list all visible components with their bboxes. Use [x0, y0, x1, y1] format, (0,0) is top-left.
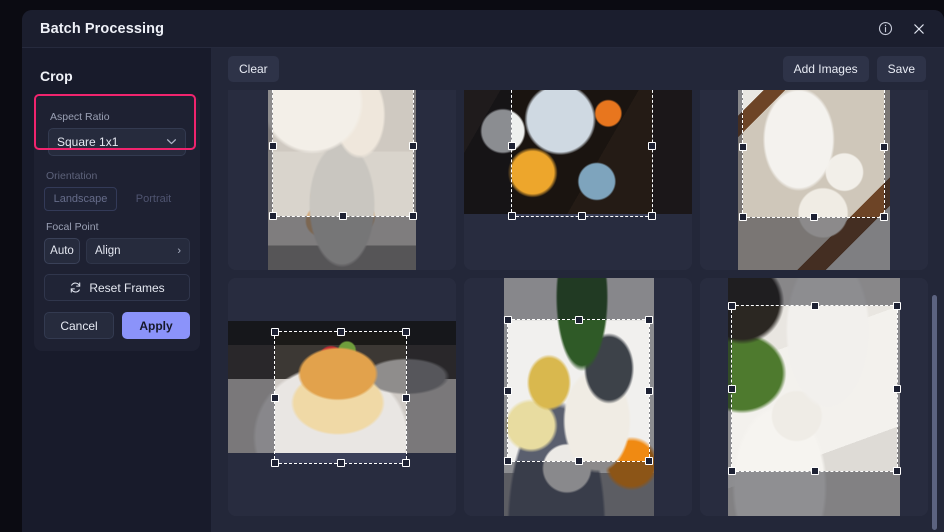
close-icon[interactable] [908, 18, 930, 40]
orientation-option-landscape[interactable]: Landscape [44, 187, 117, 211]
crop-handle-bottom-left[interactable] [269, 212, 277, 220]
orientation-option-portrait[interactable]: Portrait [117, 187, 190, 211]
crop-handle-top-right[interactable] [645, 316, 653, 324]
crop-handle-bottom-left[interactable] [504, 457, 512, 465]
focal-point-label: Focal Point [46, 221, 99, 233]
crop-handle-bottom-center[interactable] [809, 213, 818, 221]
crop-handle-top-center[interactable] [336, 328, 345, 336]
crop-handle-middle-left[interactable] [739, 142, 747, 151]
crop-frame[interactable] [504, 316, 653, 465]
crop-handle-top-center[interactable] [810, 302, 819, 310]
crop-handle-top-center[interactable] [574, 316, 583, 324]
crop-handle-middle-left[interactable] [269, 142, 277, 150]
crop-handle-bottom-left[interactable] [739, 213, 747, 221]
table-row[interactable] [464, 278, 692, 516]
dialog-title: Batch Processing [40, 20, 165, 37]
grid-scroll-area[interactable] [212, 90, 944, 532]
crop-handle-bottom-right[interactable] [893, 467, 901, 475]
refresh-icon [69, 281, 82, 294]
crop-handle-middle-left[interactable] [508, 142, 516, 150]
crop-handle-top-left[interactable] [504, 316, 512, 324]
panel-title: Crop [40, 68, 73, 84]
aspect-ratio-label: Aspect Ratio [50, 111, 110, 123]
crop-handle-top-right[interactable] [402, 328, 410, 336]
crop-handle-bottom-center[interactable] [578, 212, 586, 220]
chevron-right-icon: › [177, 245, 181, 257]
crop-handle-bottom-right[interactable] [402, 459, 410, 467]
crop-handle-middle-right[interactable] [409, 142, 417, 150]
crop-handle-middle-right[interactable] [648, 142, 656, 150]
clear-button[interactable]: Clear [228, 56, 279, 82]
crop-handle-top-left[interactable] [271, 328, 279, 336]
grid-toolbar: Clear Add Images Save [212, 48, 944, 90]
crop-handle-bottom-left[interactable] [728, 467, 736, 475]
crop-frame[interactable] [269, 90, 417, 220]
chevron-down-icon [166, 137, 177, 148]
crop-frame[interactable] [739, 90, 888, 221]
reset-frames-label: Reset Frames [89, 280, 165, 295]
crop-handle-bottom-center[interactable] [810, 467, 819, 475]
orientation-label: Orientation [46, 170, 98, 182]
focal-align-button[interactable]: Align › [86, 238, 190, 264]
grid-scrollbar[interactable] [931, 90, 939, 532]
aspect-ratio-value: Square 1x1 [57, 135, 119, 149]
reset-frames-button[interactable]: Reset Frames [44, 274, 190, 301]
crop-frame[interactable] [728, 302, 901, 475]
info-circle-icon[interactable] [874, 18, 896, 40]
table-row[interactable] [700, 278, 928, 516]
table-row[interactable] [464, 90, 692, 270]
crop-handle-middle-right[interactable] [645, 386, 653, 395]
crop-frame[interactable] [508, 90, 656, 220]
dialog-titlebar: Batch Processing [22, 10, 944, 48]
crop-controls-card: Aspect Ratio Square 1x1 Orientation Land… [34, 96, 200, 351]
dialog-body: Crop Aspect Ratio Square 1x1 Orientation… [22, 48, 944, 532]
crop-handle-bottom-left[interactable] [508, 212, 516, 220]
crop-handle-middle-left[interactable] [728, 384, 736, 393]
cancel-button[interactable]: Cancel [44, 312, 114, 339]
titlebar-actions [874, 18, 930, 40]
aspect-ratio-select[interactable]: Square 1x1 [48, 128, 186, 156]
aspect-ratio-group: Aspect Ratio Square 1x1 [44, 106, 190, 160]
crop-handle-middle-right[interactable] [893, 384, 901, 393]
table-row[interactable] [700, 90, 928, 270]
crop-handle-bottom-right[interactable] [645, 457, 653, 465]
dialog-actions: Cancel Apply [44, 312, 190, 339]
crop-handle-bottom-right[interactable] [648, 212, 656, 220]
table-row[interactable] [228, 90, 456, 270]
focal-align-label: Align [95, 245, 121, 257]
crop-handle-bottom-right[interactable] [409, 212, 417, 220]
crop-handle-top-right[interactable] [893, 302, 901, 310]
crop-sidebar: Crop Aspect Ratio Square 1x1 Orientation… [22, 48, 212, 532]
crop-handle-middle-right[interactable] [880, 142, 888, 151]
grid-scrollbar-thumb[interactable] [932, 295, 937, 530]
app-root: Batch Processing Crop Aspect Ratio Squar… [0, 0, 944, 532]
crop-frame[interactable] [271, 328, 410, 467]
orientation-segmented: Landscape Portrait [44, 187, 190, 211]
batch-processing-dialog: Batch Processing Crop Aspect Ratio Squar… [22, 10, 944, 532]
table-row[interactable] [228, 278, 456, 516]
crop-handle-bottom-right[interactable] [880, 213, 888, 221]
image-grid-panel: Clear Add Images Save [212, 48, 944, 532]
crop-handle-middle-left[interactable] [271, 393, 279, 402]
crop-handle-top-left[interactable] [728, 302, 736, 310]
image-grid [228, 90, 928, 516]
crop-handle-middle-right[interactable] [402, 393, 410, 402]
apply-button[interactable]: Apply [122, 312, 190, 339]
crop-handle-bottom-center[interactable] [574, 457, 583, 465]
save-button[interactable]: Save [876, 56, 926, 82]
focal-auto-button[interactable]: Auto [44, 238, 80, 264]
crop-handle-bottom-center[interactable] [336, 459, 345, 467]
crop-handle-middle-left[interactable] [504, 386, 512, 395]
add-images-button[interactable]: Add Images [782, 56, 869, 82]
crop-handle-bottom-left[interactable] [271, 459, 279, 467]
focal-point-row: Auto Align › [44, 238, 190, 264]
crop-handle-bottom-center[interactable] [339, 212, 347, 220]
